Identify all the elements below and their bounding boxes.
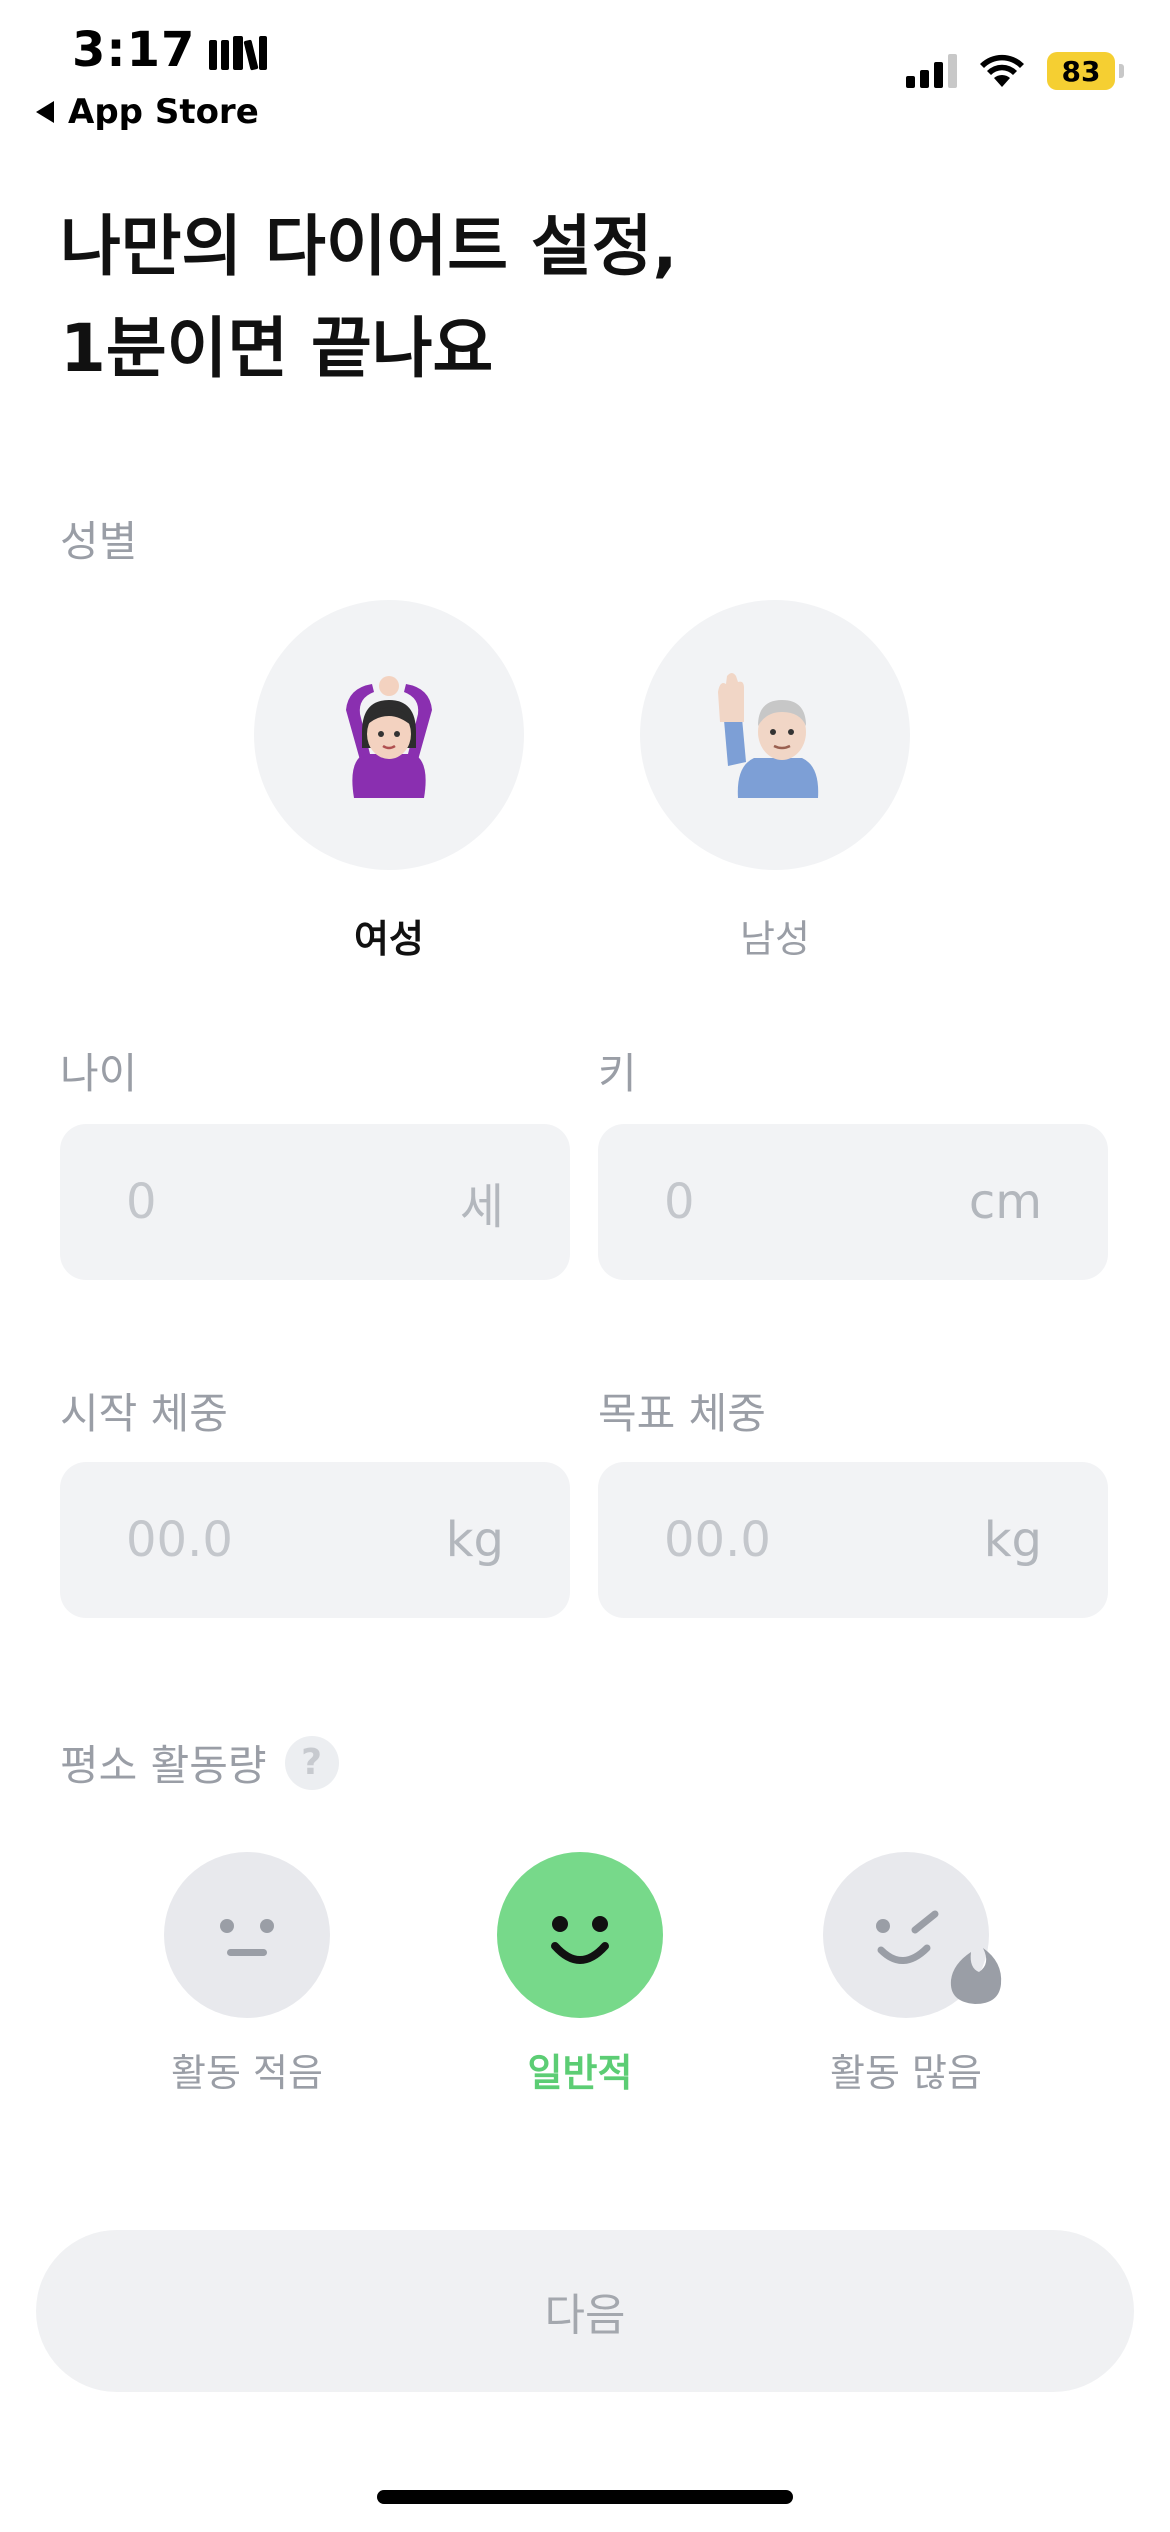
activity-low-label: 활동 적음	[171, 2051, 323, 2095]
goal-weight-unit: kg	[983, 1512, 1042, 1568]
activity-normal-label: 일반적	[527, 2051, 633, 2095]
age-input[interactable]	[126, 1174, 366, 1230]
activity-high-label: 활동 많음	[830, 2051, 982, 2095]
library-icon	[209, 30, 268, 71]
gender-label: 성별	[60, 517, 138, 566]
title-line-1: 나만의 다이어트 설정,	[60, 208, 678, 285]
smile-face-icon	[551, 1916, 609, 1964]
male-avatar-circle[interactable]	[640, 600, 910, 870]
clock: 3:17	[72, 22, 196, 78]
help-icon[interactable]: ?	[284, 1735, 339, 1790]
battery-level: 83	[1047, 52, 1115, 90]
battery-icon: 83	[1047, 52, 1124, 90]
home-indicator[interactable]	[377, 2490, 793, 2504]
woman-gesturing-ok-icon	[346, 676, 432, 798]
height-field[interactable]: cm	[598, 1124, 1108, 1280]
activity-label: 평소 활동량	[60, 1741, 267, 1790]
activity-low-option[interactable]: 활동 적음	[107, 1852, 387, 2097]
gender-female-option[interactable]: 여성	[254, 600, 524, 963]
female-avatar-circle[interactable]	[254, 600, 524, 870]
activity-high-option[interactable]: 활동 많음	[766, 1852, 1046, 2097]
gender-female-label: 여성	[354, 917, 424, 961]
title-line-2: 1분이면 끝나요	[60, 310, 494, 387]
height-input[interactable]	[664, 1174, 904, 1230]
gender-male-option[interactable]: 남성	[640, 600, 910, 963]
goal-weight-label: 목표 체중	[598, 1389, 766, 1438]
cellular-signal-icon	[906, 54, 957, 88]
back-arrow-icon	[36, 101, 54, 123]
back-app-label: App Store	[68, 92, 259, 132]
wink-flame-face-icon	[876, 1910, 1002, 2004]
gender-male-label: 남성	[740, 917, 810, 961]
activity-high-circle[interactable]	[823, 1852, 1002, 2018]
start-weight-field[interactable]: kg	[60, 1462, 570, 1618]
height-label: 키	[598, 1049, 637, 1098]
back-to-app-store-link[interactable]: App Store	[36, 92, 259, 132]
age-label: 나이	[60, 1049, 138, 1098]
height-unit: cm	[968, 1174, 1042, 1230]
next-button[interactable]: 다음	[36, 2230, 1134, 2392]
start-weight-input[interactable]	[126, 1512, 366, 1568]
neutral-face-icon	[220, 1919, 274, 1956]
age-unit: 세	[459, 1179, 504, 1235]
goal-weight-field[interactable]: kg	[598, 1462, 1108, 1618]
wifi-icon	[980, 54, 1024, 87]
man-raising-hand-icon	[718, 673, 819, 798]
activity-section-header: 평소 활동량 ?	[60, 1732, 339, 1793]
activity-normal-option[interactable]: 일반적	[440, 1852, 720, 2097]
start-weight-label: 시작 체중	[60, 1389, 228, 1438]
start-weight-unit: kg	[445, 1512, 504, 1568]
goal-weight-input[interactable]	[664, 1512, 904, 1568]
page-title: 나만의 다이어트 설정, 1분이면 끝나요	[60, 196, 678, 400]
activity-normal-circle[interactable]	[497, 1852, 663, 2018]
status-time: 3:17	[72, 22, 268, 78]
age-field[interactable]: 세	[60, 1124, 570, 1280]
activity-low-circle[interactable]	[164, 1852, 330, 2018]
status-indicators: 83	[906, 52, 1124, 90]
